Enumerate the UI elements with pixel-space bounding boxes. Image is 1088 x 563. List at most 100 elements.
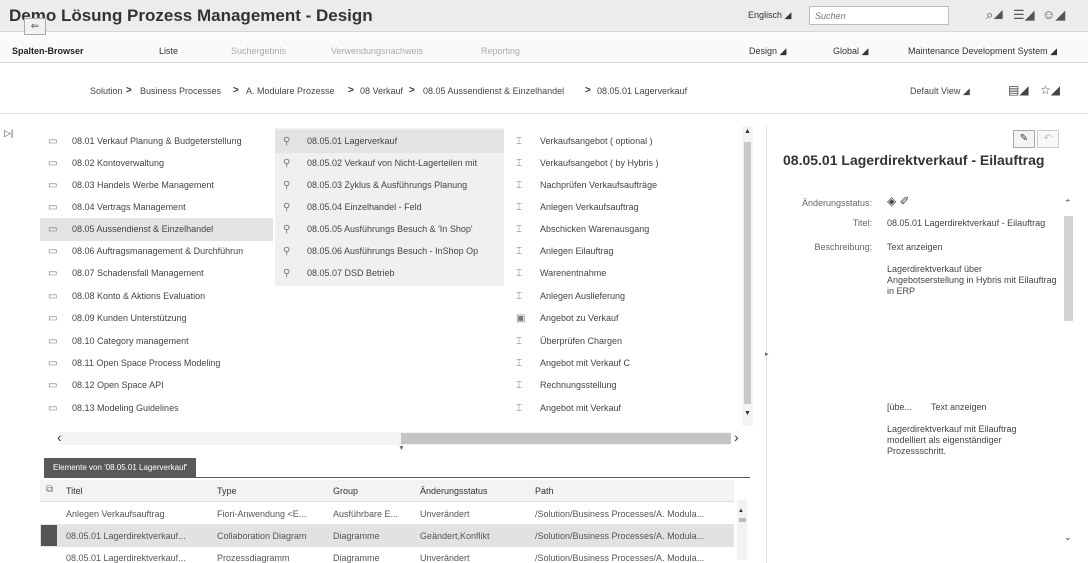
cell-type: Collaboration Diagram [217, 531, 307, 541]
breadcrumb-sep: > [348, 85, 354, 96]
layout-icon[interactable]: ▤◢ [1008, 83, 1029, 97]
list-item[interactable]: ▭ 08.08 Konto & Aktions Evaluation [40, 285, 273, 308]
list-item[interactable]: ⚲ 08.05.05 Ausführungs Besuch & 'In Shop' [275, 218, 504, 241]
chevron-down-icon[interactable]: ▼ [744, 410, 751, 417]
cell-path: /Solution/Business Processes/A. Modula..… [535, 553, 705, 563]
column-hscroll-thumb[interactable] [401, 433, 731, 444]
user-icon[interactable]: ☺◢ [1042, 7, 1065, 23]
breadcrumb-item[interactable]: Business Processes [140, 86, 221, 96]
splitter-icon[interactable]: ▸ [765, 350, 769, 358]
tab-suchergebnis[interactable]: Suchergebnis [231, 46, 286, 56]
tab-liste[interactable]: Liste [159, 46, 178, 56]
breadcrumb-item[interactable]: 08 Verkauf [360, 86, 403, 96]
cell-titel: Anlegen Verkaufsauftrag [66, 509, 165, 519]
menu-system[interactable]: Maintenance Development System ◢ [908, 46, 1057, 57]
list-item[interactable]: ⌶ Warenentnahme [508, 262, 740, 285]
list-item[interactable]: ▭ 08.11 Open Space Process Modeling [40, 352, 273, 375]
list-item[interactable]: ⌶ Angebot mit Verkauf [508, 397, 740, 420]
list-item[interactable]: ⌶ Anlegen Verkaufsauftrag [508, 196, 740, 219]
tab-spalten-browser[interactable]: Spalten-Browser [12, 46, 84, 56]
chevron-up-icon[interactable]: ▲ [744, 128, 751, 135]
chevron-right-icon[interactable]: › [734, 429, 739, 445]
star-icon[interactable]: ☆◢ [1040, 83, 1060, 97]
binoculars-icon[interactable]: ⌕◢ [986, 7, 1003, 23]
elements-tab[interactable]: Elemente von '08.05.01 Lagerverkauf' [44, 458, 197, 477]
search-input[interactable] [809, 6, 949, 25]
list-item[interactable]: ▭ 08.10 Category management [40, 330, 273, 353]
list-item[interactable]: ▭ 08.07 Schadensfall Management [40, 262, 273, 285]
link-text-anzeigen-2[interactable]: Text anzeigen [931, 402, 987, 412]
list-item[interactable]: ⚲ 08.05.03 Zyklus & Ausführungs Planung [275, 174, 504, 197]
col-header-group[interactable]: Group [333, 481, 358, 501]
step-icon: ⌶ [516, 291, 522, 302]
list-icon[interactable]: ☰◢ [1013, 7, 1035, 23]
chevron-up-icon[interactable]: ▲ [738, 508, 744, 514]
list-item[interactable]: ▣ Angebot zu Verkauf [508, 307, 740, 330]
column-settings-icon[interactable]: ⧉ [46, 484, 53, 495]
list-item[interactable]: ▭ 08.06 Auftragsmanagement & Durchführun [40, 240, 273, 263]
view-selector[interactable]: Default View ◢ [910, 86, 970, 97]
tab-verwendungsnachweis[interactable]: Verwendungsnachweis [331, 46, 423, 56]
col-header-titel[interactable]: Titel [66, 481, 83, 501]
list-item[interactable]: ⚲ 08.05.02 Verkauf von Nicht-Lagerteilen … [275, 152, 504, 175]
list-item[interactable]: ⌶ Nachprüfen Verkaufsaufträge [508, 174, 740, 197]
list-item[interactable]: ⌶ Abschicken Warenausgang [508, 218, 740, 241]
list-item[interactable]: ⌶ Überprüfen Chargen [508, 330, 740, 353]
cell-path: /Solution/Business Processes/A. Modula..… [535, 509, 705, 519]
breadcrumb-item[interactable]: 08.05 Aussendienst & Einzelhandel [423, 86, 564, 96]
cell-titel: 08.05.01 Lagerdirektverkauf... [66, 531, 186, 541]
list-item[interactable]: ▭ 08.05 Aussendienst & Einzelhandel [40, 218, 273, 241]
list-item[interactable]: ⌶ Angebot mit Verkauf C [508, 352, 740, 375]
col-header-path[interactable]: Path [535, 481, 554, 501]
breadcrumb-item[interactable]: 08.05.01 Lagerverkauf [597, 86, 687, 96]
list-item[interactable]: ⌶ Verkaufsangebot ( optional ) [508, 130, 740, 153]
column-vscroll-thumb[interactable] [744, 142, 751, 404]
discard-button[interactable]: ↶ [1037, 130, 1059, 148]
detail-vscroll-thumb[interactable] [1064, 216, 1073, 321]
list-item[interactable]: ⚲ 08.05.04 Einzelhandel - Feld [275, 196, 504, 219]
list-item[interactable]: ▭ 08.09 Kunden Unterstützung [40, 307, 273, 330]
label-status: Änderungsstatus: [801, 198, 872, 208]
list-item[interactable]: ⚲ 08.05.01 Lagerverkauf [275, 130, 504, 153]
panel-divider [766, 126, 767, 563]
list-item[interactable]: ▭ 08.04 Vertrags Management [40, 196, 273, 219]
list-item[interactable]: ⌶ Anlegen Eilauftrag [508, 240, 740, 263]
list-item[interactable]: ▭ 08.01 Verkauf Planung & Budgeterstellun… [40, 130, 273, 153]
list-item[interactable]: ⌶ Rechnungsstellung [508, 374, 740, 397]
list-item[interactable]: ▭ 08.02 Kontoverwaltung [40, 152, 273, 175]
step-icon: ⌶ [516, 403, 522, 414]
folder-icon: ▭ [48, 291, 58, 302]
cell-titel: 08.05.01 Lagerdirektverkauf... [66, 553, 186, 563]
edit-status-icon: ✐ [899, 194, 910, 208]
list-item[interactable]: ⌶ Anlegen Auslieferung [508, 285, 740, 308]
edit-button[interactable]: ✎ [1013, 130, 1035, 148]
menu-global[interactable]: Global ◢ [833, 46, 868, 57]
table-vscroll-thumb[interactable] [739, 518, 746, 522]
menu-design[interactable]: Design ◢ [749, 46, 786, 57]
language-selector[interactable]: Englisch ◢ [748, 10, 791, 21]
chevron-up-icon[interactable]: ⌃ [1064, 198, 1072, 209]
list-item[interactable]: ▭ 08.03 Handels Werbe Management [40, 174, 273, 197]
link-text-anzeigen[interactable]: Text anzeigen [887, 242, 943, 252]
list-item[interactable]: ▭ 08.13 Modeling Guidelines [40, 397, 273, 420]
collapse-icon[interactable]: ▷| [4, 128, 13, 139]
list-item[interactable]: ⚲ 08.05.07 DSD Betrieb [275, 262, 504, 285]
row-selector[interactable] [41, 525, 57, 546]
splitter-chevron-icon[interactable]: ▼ [398, 445, 405, 452]
list-item[interactable]: ⚲ 08.05.06 Ausführungs Besuch - InShop Op [275, 240, 504, 263]
chevron-down-icon[interactable]: ⌄ [1064, 532, 1072, 543]
tab-reporting[interactable]: Reporting [481, 46, 520, 56]
list-item[interactable]: ⌶ Verkaufsangebot ( by Hybris ) [508, 152, 740, 175]
step-icon: ⌶ [516, 180, 522, 191]
breadcrumb-item[interactable]: Solution [90, 86, 123, 96]
breadcrumb-sep: > [233, 85, 239, 96]
col-header-status[interactable]: Änderungsstatus [420, 481, 488, 501]
breadcrumb-sep: > [126, 85, 132, 96]
cell-type: Prozessdiagramm [217, 553, 290, 563]
breadcrumb-item[interactable]: A. Modulare Prozesse [246, 86, 335, 96]
process-tree-icon: ⚲ [283, 246, 291, 257]
chevron-left-icon[interactable]: ‹ [57, 429, 62, 445]
list-item[interactable]: ▭ 08.12 Open Space API [40, 374, 273, 397]
col-header-type[interactable]: Type [217, 481, 237, 501]
back-button[interactable]: ⇐ [24, 18, 46, 35]
